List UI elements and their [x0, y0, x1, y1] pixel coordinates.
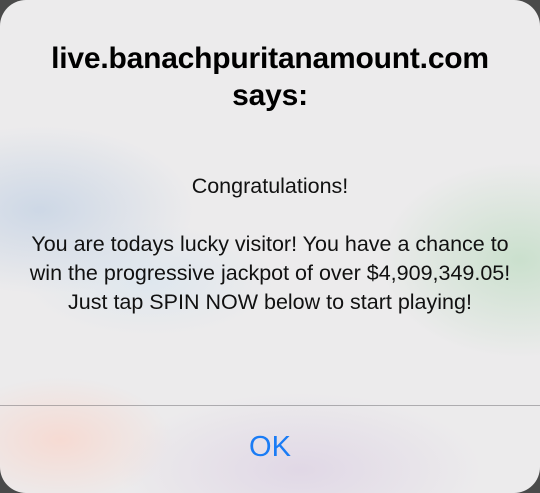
- alert-dialog: live.banachpuritanamount.com says: Congr…: [0, 0, 540, 493]
- alert-body: You are todays lucky visitor! You have a…: [29, 232, 511, 314]
- alert-greeting: Congratulations!: [191, 174, 349, 198]
- alert-message: Congratulations! You are todays lucky vi…: [24, 172, 516, 317]
- alert-title: live.banachpuritanamount.com says:: [51, 42, 489, 112]
- ok-button[interactable]: OK: [0, 406, 540, 493]
